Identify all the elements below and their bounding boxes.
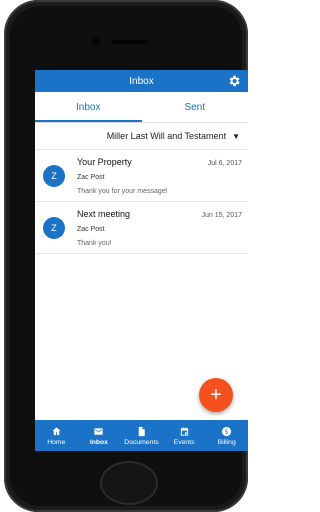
message-subject: Next meeting [77,209,131,219]
message-sender: Zac Post [77,174,105,181]
nav-billing[interactable]: $ Billing [205,420,248,451]
nav-documents[interactable]: Documents [120,420,163,451]
message-content: Next meeting Jun 15, 2017 Zac Post Thank… [77,209,242,247]
message-date: Jun 15, 2017 [201,212,242,219]
message-item[interactable]: Z Next meeting Jun 15, 2017 Zac Post Tha… [35,202,248,254]
matter-filter-dropdown[interactable]: Miller Last Will and Testament ▼ [35,123,248,149]
message-item[interactable]: Z Your Property Jul 6, 2017 Zac Post Tha… [35,150,248,202]
dollar-icon: $ [222,426,232,436]
avatar: Z [43,165,65,187]
app-bar: Inbox [35,70,248,92]
compose-fab-button[interactable]: + [199,378,233,412]
nav-home-label: Home [47,438,66,446]
tab-sent[interactable]: Sent [142,92,249,122]
message-preview: Thank you! [77,240,112,247]
home-icon [52,426,61,435]
tab-inbox-label: Inbox [76,101,101,113]
nav-events[interactable]: Events [163,420,206,451]
gear-icon[interactable] [227,74,241,88]
earpiece-speaker [112,40,148,44]
nav-billing-label: Billing [217,438,236,446]
nav-inbox[interactable]: Inbox [78,420,121,451]
avatar: Z [43,217,65,239]
plus-icon: + [210,383,222,406]
tab-bar: Inbox Sent [35,92,248,123]
mail-icon [94,427,104,435]
bottom-navigation: Home Inbox Documents Events $ Billing [35,420,248,451]
message-list: Z Your Property Jul 6, 2017 Zac Post Tha… [35,149,248,254]
app-screen: Inbox Inbox Sent Miller Last Will and Te… [35,70,248,451]
tab-inbox[interactable]: Inbox [35,92,142,122]
nav-events-label: Events [173,438,195,446]
message-preview: Thank you for your message! [77,188,168,195]
message-sender: Zac Post [77,226,105,233]
document-icon [138,426,145,436]
message-date: Jul 6, 2017 [207,160,242,167]
front-camera [92,38,100,46]
app-bar-title: Inbox [129,75,154,87]
svg-text:$: $ [225,428,229,435]
calendar-icon [180,426,188,436]
tab-sent-label: Sent [184,101,206,113]
phone-frame: Inbox Inbox Sent Miller Last Will and Te… [4,0,248,512]
message-subject: Your Property [77,157,132,167]
message-content: Your Property Jul 6, 2017 Zac Post Thank… [77,157,242,195]
matter-filter-value: Miller Last Will and Testament [106,131,227,141]
nav-documents-label: Documents [124,438,159,446]
nav-home[interactable]: Home [35,420,78,451]
phone-home-button[interactable] [100,461,158,505]
caret-down-icon: ▼ [232,131,240,141]
nav-inbox-label: Inbox [89,438,108,446]
